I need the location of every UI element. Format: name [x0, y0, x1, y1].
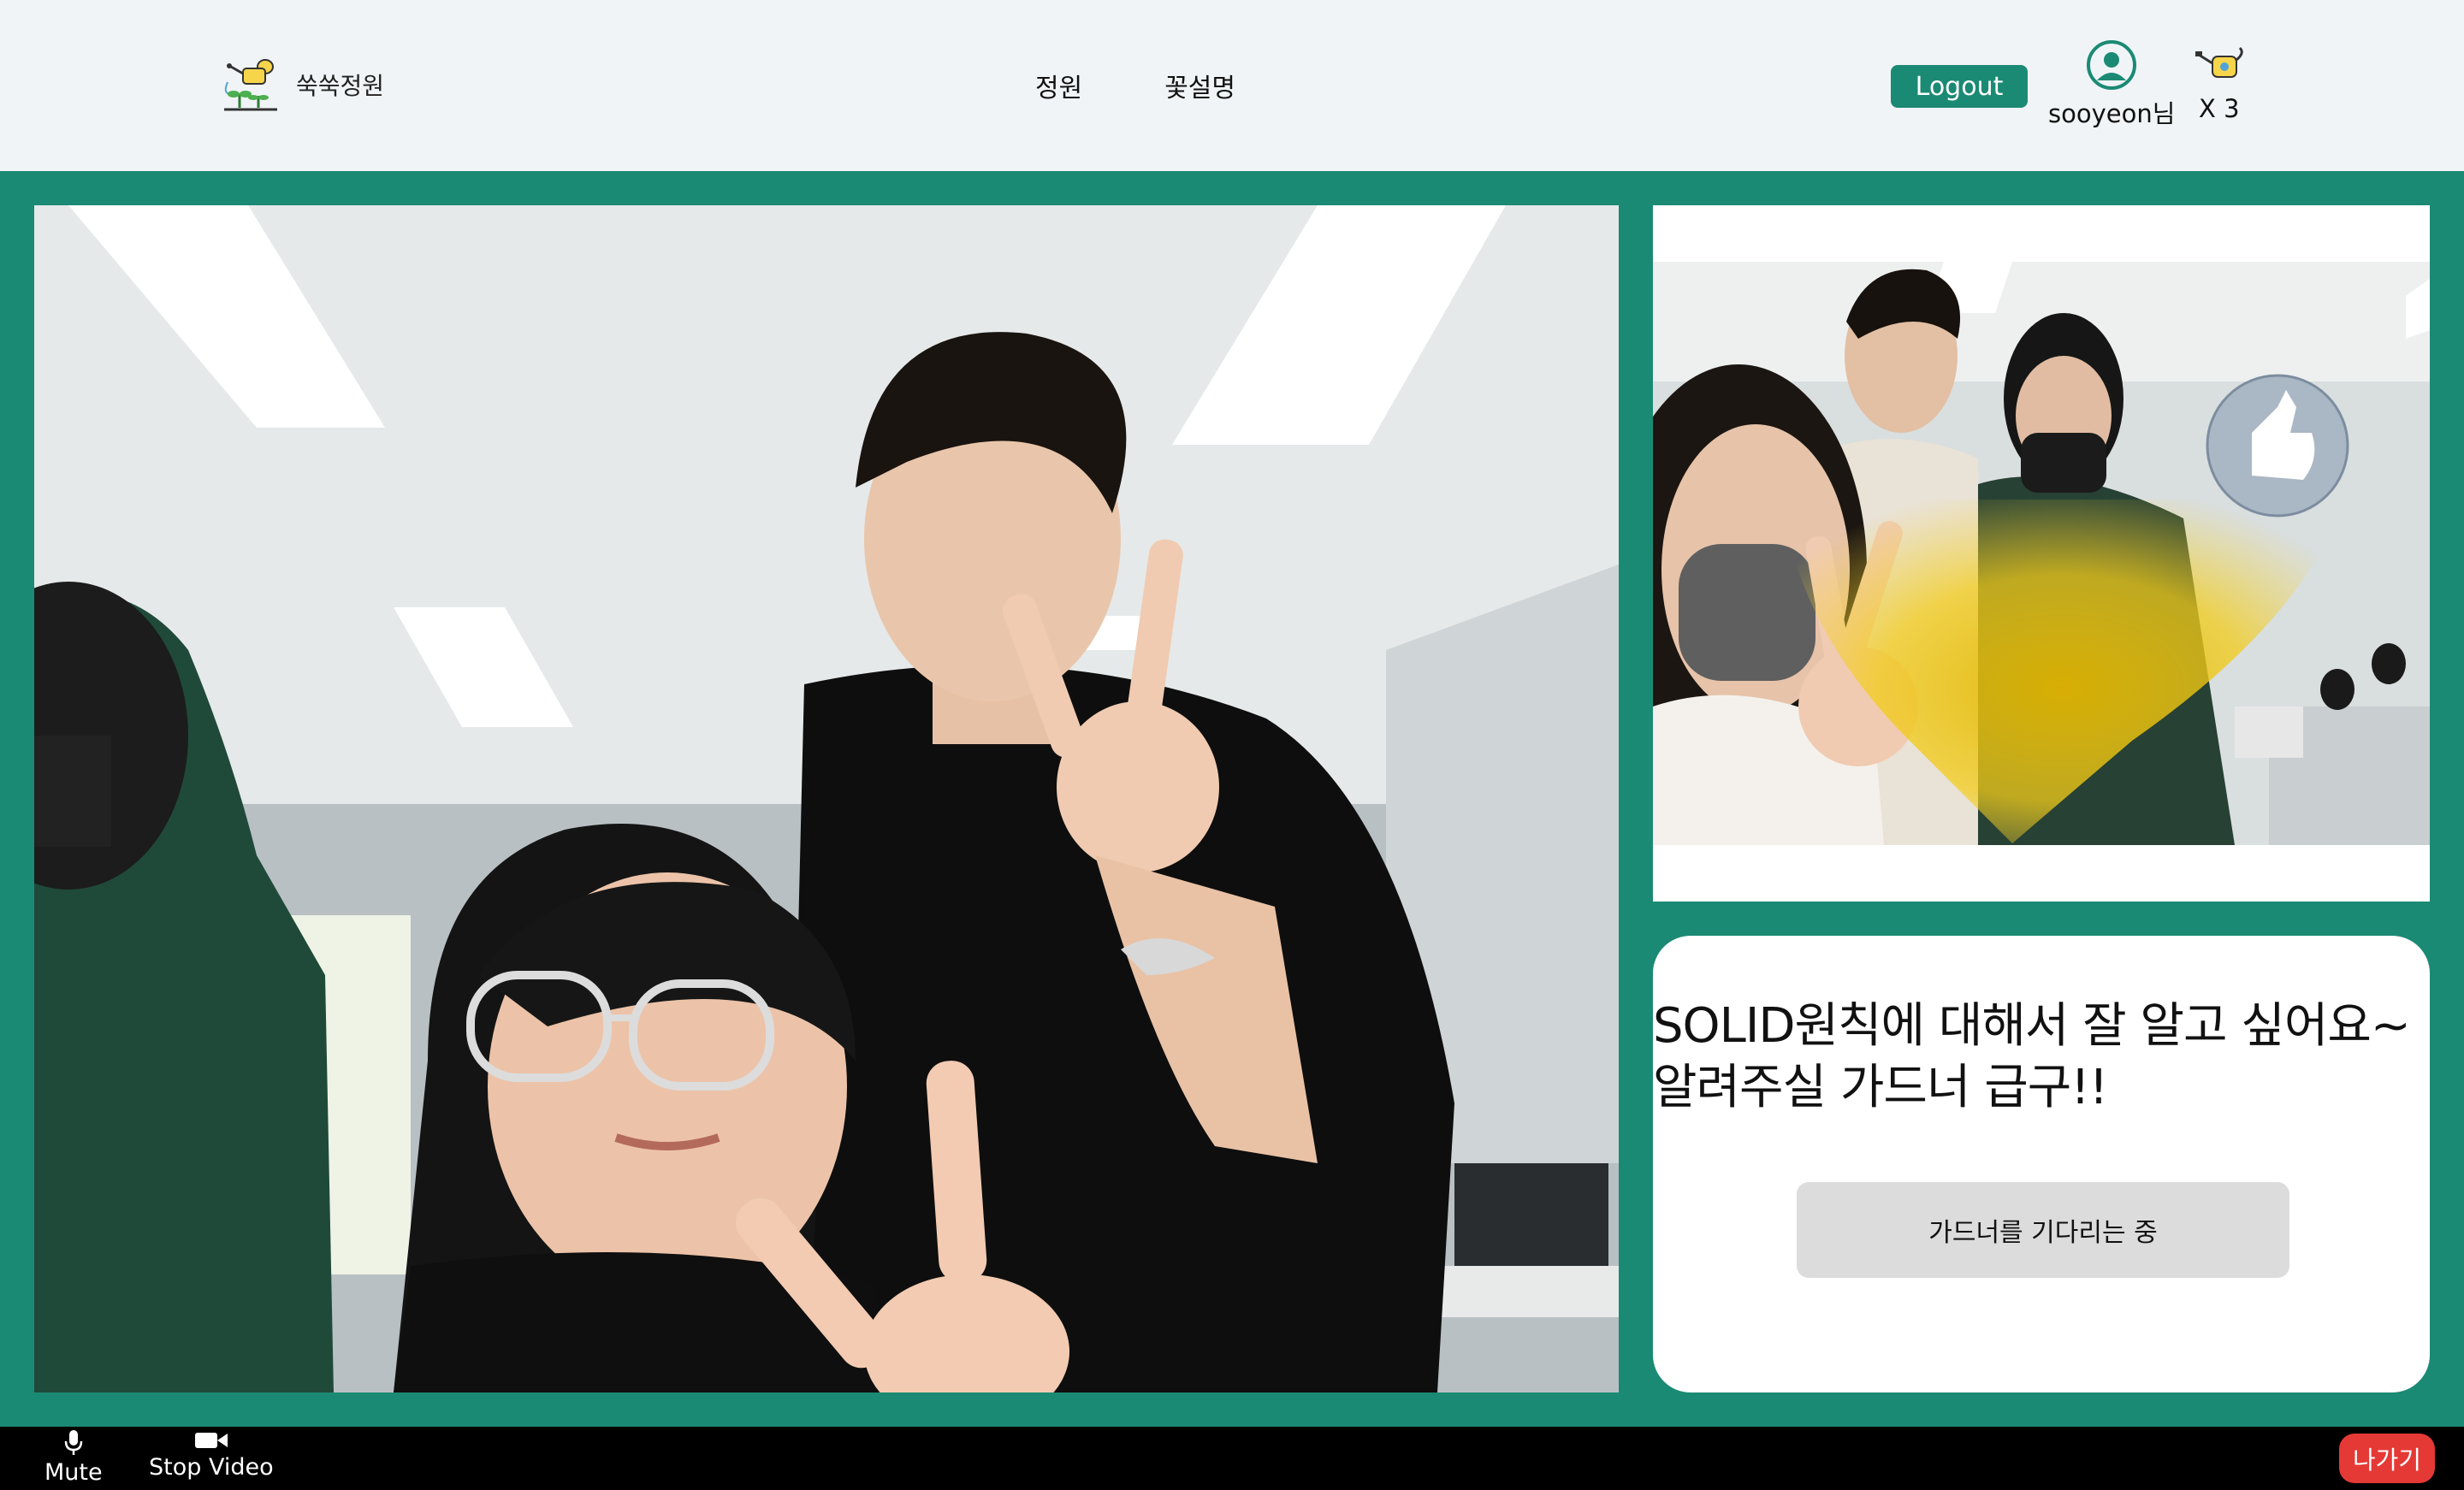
nav-garden[interactable]: 정원 — [1035, 67, 1082, 104]
mute-button[interactable]: Mute — [44, 1427, 103, 1490]
main-video-image — [34, 205, 1619, 1392]
waiting-for-gardener-button[interactable]: 가드너를 기다리는 중 — [1797, 1182, 2289, 1278]
mute-label: Mute — [44, 1459, 103, 1486]
control-bar: Mute Stop Video 나가기 — [0, 1427, 2464, 1490]
stop-video-button[interactable]: Stop Video — [149, 1427, 274, 1490]
user-name: sooyeon님 — [2048, 99, 2176, 128]
watering-can-count: X 3 — [2199, 94, 2240, 123]
video-camera-icon — [194, 1433, 228, 1448]
leave-button[interactable]: 나가기 — [2339, 1434, 2435, 1483]
side-video-feed — [1653, 205, 2430, 902]
nav-flower-info[interactable]: 꽃설명 — [1164, 67, 1235, 104]
watering-can-icon — [2195, 46, 2243, 78]
logo-text: 쑥쑥정원 — [296, 72, 385, 100]
top-header: 쑥쑥정원 정원 꽃설명 Logout sooyeon님 X 3 — [0, 0, 2464, 171]
stop-video-label: Stop Video — [149, 1454, 274, 1481]
logo[interactable]: 쑥쑥정원 — [221, 56, 384, 113]
watering-can-logo-icon — [224, 59, 277, 111]
logout-button[interactable]: Logout — [1891, 65, 2028, 108]
side-video-image — [1653, 262, 2430, 845]
microphone-icon — [64, 1430, 83, 1455]
main-video-feed — [34, 205, 1619, 1392]
question-card: SOLID원칙에 대해서 잘 알고 싶어요~ 알려주실 가드너 급구!! 가드너… — [1653, 936, 2430, 1392]
question-text: SOLID원칙에 대해서 잘 알고 싶어요~ 알려주실 가드너 급구!! — [1653, 998, 2411, 1115]
user-avatar-icon[interactable] — [2086, 39, 2137, 91]
main-nav: 정원 꽃설명 — [1035, 67, 1235, 104]
